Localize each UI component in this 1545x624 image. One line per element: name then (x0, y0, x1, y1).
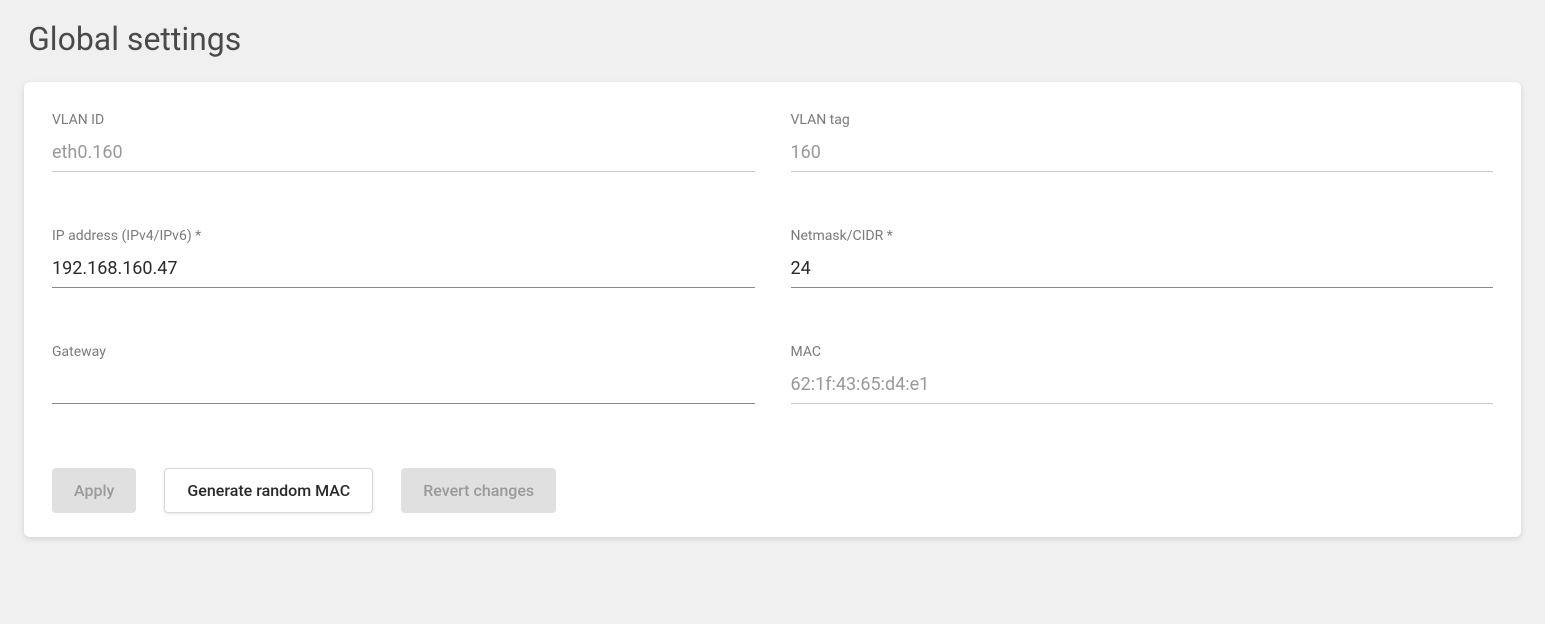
row-ip: IP address (IPv4/IPv6) * Netmask/CIDR * (52, 228, 1493, 288)
ip-address-input[interactable] (52, 254, 755, 288)
gateway-input[interactable] (52, 370, 755, 404)
mac-label: MAC (791, 344, 1494, 360)
page-title: Global settings (24, 20, 1521, 58)
vlan-tag-label: VLAN tag (791, 112, 1494, 128)
ip-address-label: IP address (IPv4/IPv6) * (52, 228, 755, 244)
vlan-id-label: VLAN ID (52, 112, 755, 128)
gateway-label: Gateway (52, 344, 755, 360)
field-netmask: Netmask/CIDR * (791, 228, 1494, 288)
field-gateway: Gateway (52, 344, 755, 404)
row-vlan: VLAN ID VLAN tag (52, 112, 1493, 172)
field-vlan-id: VLAN ID (52, 112, 755, 172)
netmask-label: Netmask/CIDR * (791, 228, 1494, 244)
vlan-id-input (52, 138, 755, 172)
settings-card: VLAN ID VLAN tag IP address (IPv4/IPv6) … (24, 82, 1521, 537)
field-vlan-tag: VLAN tag (791, 112, 1494, 172)
revert-button[interactable]: Revert changes (401, 468, 556, 513)
field-ip-address: IP address (IPv4/IPv6) * (52, 228, 755, 288)
button-row: Apply Generate random MAC Revert changes (52, 468, 1493, 513)
vlan-tag-input (791, 138, 1494, 172)
field-mac: MAC (791, 344, 1494, 404)
generate-mac-button[interactable]: Generate random MAC (164, 468, 373, 513)
apply-button[interactable]: Apply (52, 468, 136, 513)
row-gateway-mac: Gateway MAC (52, 344, 1493, 404)
mac-input (791, 370, 1494, 404)
netmask-input[interactable] (791, 254, 1494, 288)
